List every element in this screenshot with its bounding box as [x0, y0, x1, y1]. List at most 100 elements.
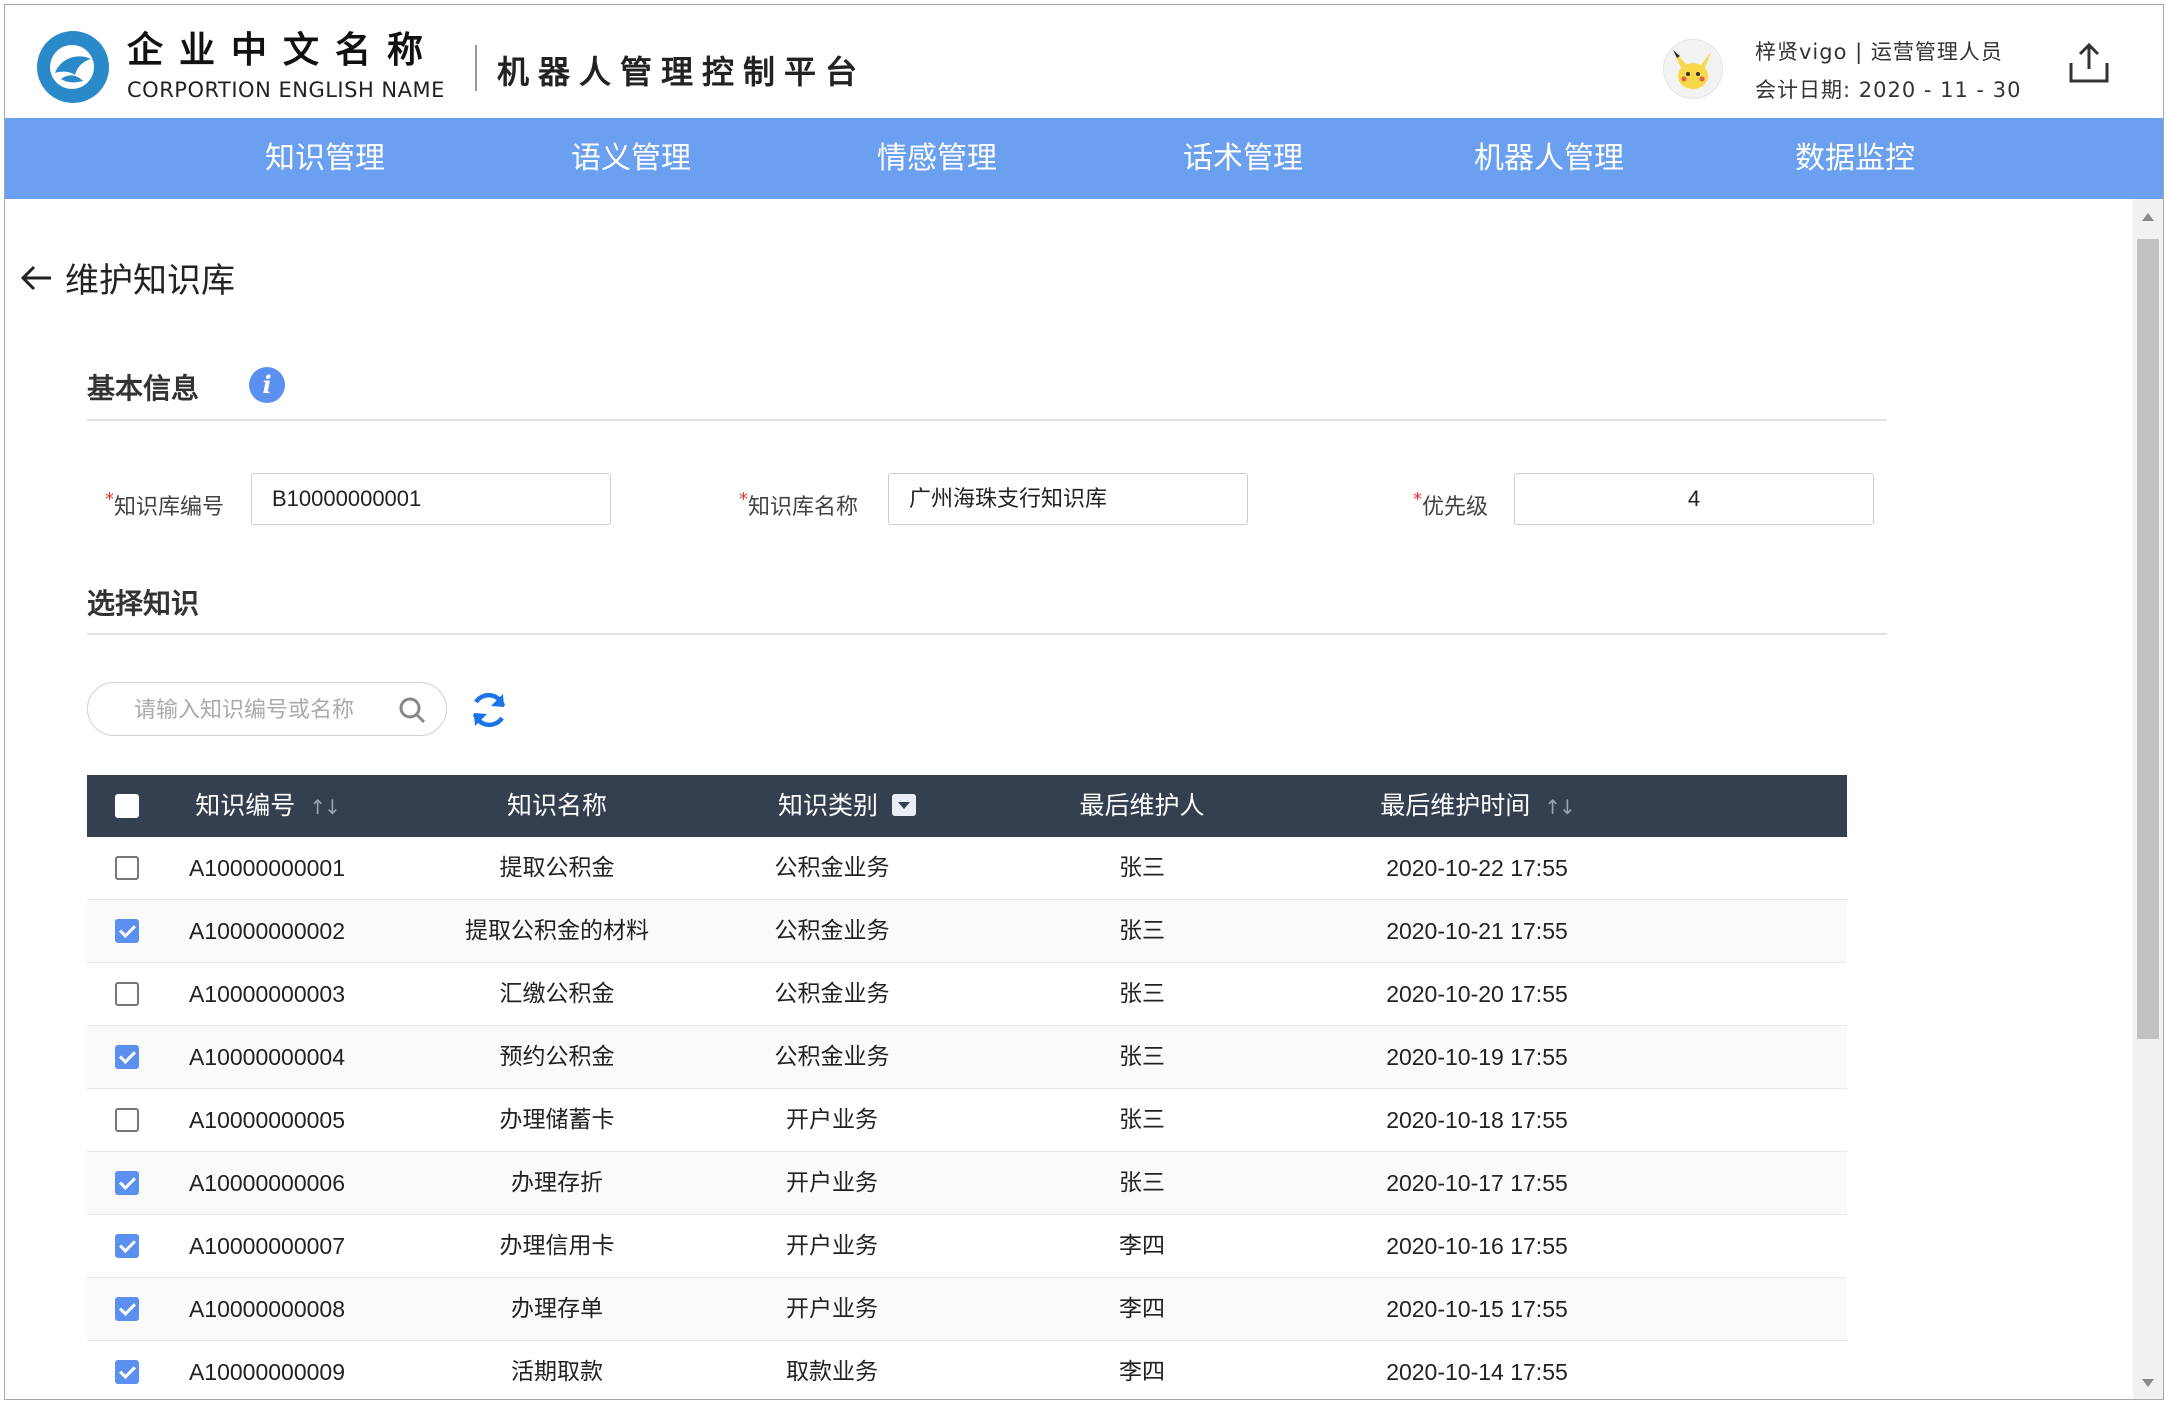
cell-time: 2020-10-20 17:55 — [1386, 981, 1568, 1007]
cell-name: 办理储蓄卡 — [499, 1107, 615, 1133]
row-checkbox[interactable] — [115, 919, 139, 943]
cell-name: 预约公积金 — [499, 1044, 615, 1070]
required-mark: * — [739, 489, 748, 510]
search-input[interactable] — [132, 693, 386, 727]
user-info: 梓贤vigo | 运营管理人员 会计日期: 2020 - 11 - 30 — [1755, 33, 2022, 109]
page-title: 维护知识库 — [65, 261, 235, 301]
row-checkbox[interactable] — [115, 1297, 139, 1321]
section-divider — [87, 633, 1887, 635]
kb-id-field[interactable]: B10000000001 — [251, 473, 611, 525]
table-row[interactable]: A10000000006 办理存折 开户业务 张三 2020-10-17 17:55 — [87, 1152, 1847, 1215]
upload-icon[interactable] — [2065, 39, 2113, 87]
col-header-name: 知识名称 — [506, 791, 607, 820]
col-header-category[interactable]: 知识类别 — [687, 775, 1007, 837]
table-row[interactable]: A10000000007 办理信用卡 开户业务 李四 2020-10-16 17:55 — [87, 1215, 1847, 1278]
row-checkbox[interactable] — [115, 1108, 139, 1132]
cell-category: 公积金业务 — [774, 1044, 890, 1070]
row-checkbox[interactable] — [115, 1171, 139, 1195]
search-icon[interactable] — [398, 696, 426, 724]
cell-category: 开户业务 — [786, 1170, 878, 1196]
section-divider — [87, 419, 1887, 421]
cell-id: A10000000006 — [188, 1170, 346, 1196]
knowledge-table: 知识编号 ↑↓ 知识名称 知识类别 最后维护人 最后维护时间 ↑↓ A1000000… — [87, 775, 1847, 1399]
refresh-icon[interactable] — [467, 688, 511, 732]
info-icon[interactable]: i — [249, 367, 285, 403]
col-header-time-label: 最后维护时间 — [1380, 791, 1531, 820]
app-window: 企业中文名称 CORPORTION ENGLISH NAME 机器人管理控制平台… — [4, 4, 2164, 1400]
nav-item-knowledge[interactable]: 知识管理 — [210, 118, 440, 199]
scroll-down-icon[interactable] — [2142, 1379, 2154, 1387]
table-row[interactable]: A10000000005 办理储蓄卡 开户业务 张三 2020-10-18 17:55 — [87, 1089, 1847, 1152]
select-all-checkbox[interactable] — [115, 794, 139, 818]
cell-id: A10000000005 — [188, 1107, 346, 1133]
cell-time: 2020-10-17 17:55 — [1386, 1170, 1568, 1196]
header-divider — [475, 45, 477, 91]
cell-category: 开户业务 — [786, 1296, 878, 1322]
cell-maintainer: 李四 — [1119, 1233, 1165, 1259]
pikachu-avatar-icon — [1673, 50, 1711, 89]
table-row[interactable]: A10000000003 汇缴公积金 公积金业务 张三 2020-10-20 17:55 — [87, 963, 1847, 1026]
company-logo — [37, 31, 109, 103]
cell-maintainer: 李四 — [1119, 1296, 1165, 1322]
back-link[interactable]: 维护知识库 — [19, 253, 235, 302]
cell-name: 活期取款 — [511, 1359, 603, 1385]
cell-category: 开户业务 — [786, 1233, 878, 1259]
required-mark: * — [1413, 489, 1422, 510]
table-row[interactable]: A10000000009 活期取款 取款业务 李四 2020-10-14 17:55 — [87, 1341, 1847, 1399]
cell-maintainer: 张三 — [1119, 981, 1165, 1007]
kb-id-label: *知识库编号 — [105, 489, 224, 521]
kb-name-label-text: 知识库名称 — [748, 495, 859, 520]
table-body: A10000000001 提取公积金 公积金业务 张三 2020-10-22 17:55… — [87, 837, 1847, 1399]
kb-name-field[interactable]: 广州海珠支行知识库 — [888, 473, 1248, 525]
cell-time: 2020-10-19 17:55 — [1386, 1044, 1568, 1070]
table-row[interactable]: A10000000004 预约公积金 公积金业务 张三 2020-10-19 17:55 — [87, 1026, 1847, 1089]
row-checkbox[interactable] — [115, 1234, 139, 1258]
cell-category: 公积金业务 — [774, 918, 890, 944]
scroll-up-icon[interactable] — [2142, 213, 2154, 221]
cell-id: A10000000002 — [188, 918, 346, 944]
table-row[interactable]: A10000000002 提取公积金的材料 公积金业务 张三 2020-10-21 17… — [87, 900, 1847, 963]
cell-category: 开户业务 — [786, 1107, 878, 1133]
dropdown-icon[interactable] — [892, 794, 916, 816]
row-checkbox[interactable] — [115, 856, 139, 880]
nav-item-robot[interactable]: 机器人管理 — [1434, 118, 1664, 199]
nav-item-semantics[interactable]: 语义管理 — [516, 118, 746, 199]
cell-id: A10000000003 — [188, 981, 346, 1007]
col-header-category-label: 知识类别 — [777, 791, 878, 820]
cell-id: A10000000004 — [188, 1044, 346, 1070]
select-knowledge-title: 选择知识 — [87, 587, 200, 620]
cell-category: 取款业务 — [786, 1359, 878, 1385]
logo-bird-icon — [50, 45, 94, 89]
cell-name: 办理信用卡 — [499, 1233, 615, 1259]
company-name: 企业中文名称 CORPORTION ENGLISH NAME — [127, 31, 445, 103]
user-avatar[interactable] — [1663, 39, 1723, 99]
row-checkbox[interactable] — [115, 1045, 139, 1069]
cell-name: 提取公积金的材料 — [465, 918, 649, 944]
sort-icon[interactable]: ↑↓ — [309, 795, 340, 819]
cell-name: 办理存单 — [511, 1296, 603, 1322]
sort-icon[interactable]: ↑↓ — [1544, 795, 1575, 819]
cell-maintainer: 张三 — [1119, 1170, 1165, 1196]
cell-name: 提取公积金 — [499, 855, 615, 881]
cell-time: 2020-10-18 17:55 — [1386, 1107, 1568, 1133]
col-header-time[interactable]: 最后维护时间 ↑↓ — [1277, 775, 1677, 837]
cell-name: 办理存折 — [511, 1170, 603, 1196]
table-row[interactable]: A10000000008 办理存单 开户业务 李四 2020-10-15 17:55 — [87, 1278, 1847, 1341]
nav-item-script[interactable]: 话术管理 — [1128, 118, 1358, 199]
table-row[interactable]: A10000000001 提取公积金 公积金业务 张三 2020-10-22 17:55 — [87, 837, 1847, 900]
cell-id: A10000000007 — [188, 1233, 346, 1259]
company-name-cn: 企业中文名称 — [127, 30, 440, 71]
cell-maintainer: 李四 — [1119, 1359, 1165, 1385]
company-name-en: CORPORTION ENGLISH NAME — [127, 78, 445, 102]
row-checkbox[interactable] — [115, 1360, 139, 1384]
cell-name: 汇缴公积金 — [499, 981, 615, 1007]
cell-maintainer: 张三 — [1119, 1044, 1165, 1070]
priority-field[interactable]: 4 — [1514, 473, 1874, 525]
row-checkbox[interactable] — [115, 982, 139, 1006]
nav-item-emotion[interactable]: 情感管理 — [822, 118, 1052, 199]
cell-id: A10000000009 — [188, 1359, 346, 1385]
scrollbar-thumb[interactable] — [2137, 239, 2159, 1039]
nav-item-monitoring[interactable]: 数据监控 — [1740, 118, 1970, 199]
vertical-scrollbar[interactable] — [2133, 199, 2163, 1399]
col-header-id[interactable]: 知识编号 ↑↓ — [187, 775, 347, 837]
